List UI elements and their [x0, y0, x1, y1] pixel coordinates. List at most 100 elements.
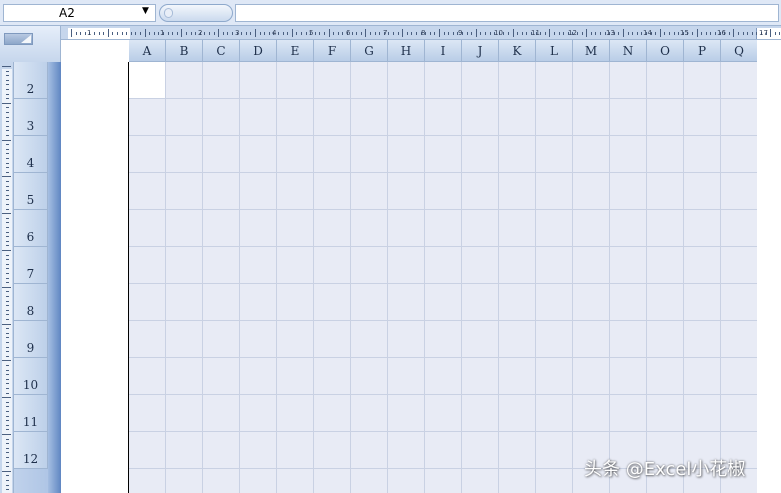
ruler-tick	[6, 254, 9, 256]
column-header-c[interactable]: C	[203, 40, 240, 62]
ruler-tick	[6, 429, 9, 431]
ruler-tick	[6, 383, 9, 385]
ruler-tick	[176, 32, 178, 35]
row-header-2[interactable]: 2	[14, 62, 48, 99]
ruler-tick	[6, 305, 9, 307]
ruler-tick	[107, 29, 109, 37]
row-header-10[interactable]: 10	[14, 358, 48, 395]
row-header-7[interactable]: 7	[14, 247, 48, 284]
ruler-tick	[659, 29, 661, 37]
ruler-tick	[291, 29, 293, 37]
ruler-tick	[6, 194, 9, 196]
row-header-12[interactable]: 12	[14, 432, 48, 469]
column-header-k[interactable]: K	[499, 40, 536, 62]
ruler-tick	[2, 176, 11, 178]
ruler-tick	[2, 470, 11, 472]
row-header-9[interactable]: 9	[14, 321, 48, 358]
ruler-tick	[6, 447, 9, 449]
column-header-d[interactable]: D	[240, 40, 277, 62]
row-header-4[interactable]: 4	[14, 136, 48, 173]
ruler-tick	[2, 323, 11, 325]
ruler-tick	[6, 489, 9, 491]
row-headers: 2 3 4 5 6 7 8 9 10 11 12	[14, 62, 48, 493]
ruler-tick	[751, 32, 753, 35]
vertical-ruler[interactable]	[0, 62, 14, 493]
column-header-j[interactable]: J	[462, 40, 499, 62]
active-cell[interactable]	[129, 62, 166, 99]
ruler-tick	[6, 79, 9, 81]
ruler-tick	[577, 32, 578, 35]
ruler-tick	[6, 89, 9, 90]
ruler-tick	[6, 268, 9, 270]
ruler-tick	[6, 121, 9, 123]
column-header-o[interactable]: O	[647, 40, 684, 62]
ruler-tick	[259, 32, 261, 35]
ruler-tick	[6, 199, 9, 201]
ruler-tick	[6, 236, 9, 238]
ruler-tick	[710, 32, 712, 35]
column-header-b[interactable]: B	[166, 40, 203, 62]
row-header-3[interactable]: 3	[14, 99, 48, 136]
row-header-6[interactable]: 6	[14, 210, 48, 247]
column-header-a[interactable]: A	[129, 40, 166, 62]
row-header-11[interactable]: 11	[14, 395, 48, 432]
column-header-p[interactable]: P	[684, 40, 721, 62]
ruler-tick	[728, 32, 730, 35]
ruler-tick	[6, 217, 9, 219]
horizontal-ruler[interactable]: 1 1 2 3 4 5 6 7 8 9 10 11 12 13 14 15 16 17	[61, 26, 781, 40]
ruler-tick	[6, 392, 9, 394]
ruler-number: 3	[235, 29, 240, 37]
row-header-5[interactable]: 5	[14, 173, 48, 210]
ruler-tick	[6, 438, 9, 440]
ruler-tick	[6, 328, 9, 330]
formula-bar-resize-handle[interactable]: fx	[159, 4, 389, 22]
ruler-tick	[140, 32, 141, 35]
ruler-tick	[121, 32, 123, 35]
ruler-tick	[278, 32, 279, 35]
ruler-tick	[6, 296, 9, 297]
column-header-g[interactable]: G	[351, 40, 388, 62]
ruler-tick	[416, 32, 417, 35]
ruler-tick	[632, 32, 634, 35]
column-headers: ABCDEFGHIJKLMNOPQ	[129, 40, 758, 62]
row-header-8[interactable]: 8	[14, 284, 48, 321]
ruler-tick	[595, 32, 597, 35]
name-box-dropdown-icon[interactable]: ▼	[142, 6, 149, 16]
column-header-m[interactable]: M	[573, 40, 610, 62]
select-all-corner[interactable]	[0, 26, 61, 62]
ruler-tick	[6, 388, 9, 389]
ruler-tick	[411, 32, 413, 35]
ruler-tick	[443, 32, 445, 35]
column-header-f[interactable]: F	[314, 40, 351, 62]
ruler-tick	[213, 32, 215, 35]
ruler-tick	[172, 32, 174, 35]
name-box[interactable]: A2	[3, 4, 156, 22]
ruler-tick	[6, 144, 9, 146]
cell-grid[interactable]	[129, 62, 757, 493]
formula-input[interactable]	[235, 4, 779, 22]
column-header-h[interactable]: H	[388, 40, 425, 62]
column-header-i[interactable]: I	[425, 40, 462, 62]
ruler-tick	[581, 32, 583, 35]
ruler-tick	[590, 32, 592, 35]
column-header-e[interactable]: E	[277, 40, 314, 62]
ruler-tick	[6, 365, 9, 366]
ruler-tick	[6, 291, 9, 293]
column-header-l[interactable]: L	[536, 40, 573, 62]
ruler-tick	[6, 116, 9, 118]
ruler-tick	[2, 102, 11, 104]
ruler-tick	[6, 112, 9, 113]
ruler-tick	[333, 32, 335, 35]
column-header-n[interactable]: N	[610, 40, 647, 62]
column-header-edge	[757, 40, 781, 62]
ruler-tick	[75, 32, 77, 35]
ruler-tick	[287, 32, 289, 35]
ruler-tick	[195, 32, 197, 35]
ruler-tick	[6, 240, 9, 242]
ruler-tick	[448, 32, 450, 35]
ruler-tick	[112, 32, 114, 35]
column-header-q[interactable]: Q	[721, 40, 758, 62]
ruler-tick	[738, 32, 739, 35]
ruler-tick	[485, 32, 486, 35]
excel-page-layout-window: A2 ▼ fx 11234567891011121314151617 ABCDE…	[0, 0, 781, 493]
